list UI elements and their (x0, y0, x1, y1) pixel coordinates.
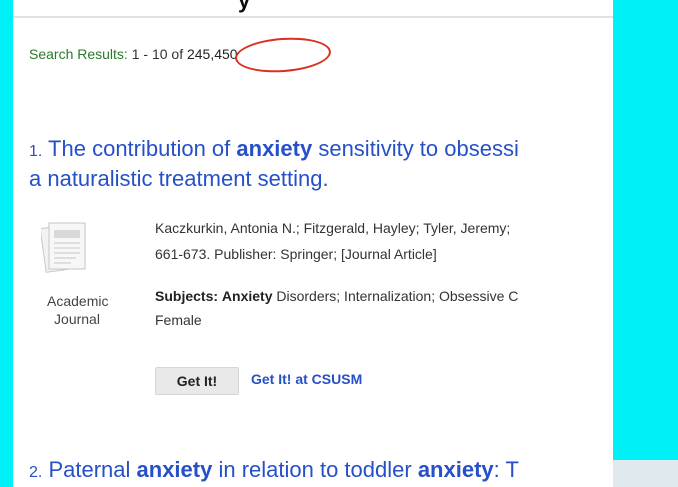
get-it-button[interactable]: Get It! (155, 367, 239, 395)
search-results-summary: Search Results: 1 - 10 of 245,450 (29, 46, 238, 62)
result-subjects-line2: Female (155, 312, 202, 328)
result-number: 2. (29, 464, 43, 481)
title-text: in relation to toddler (212, 457, 418, 482)
title-keyword: anxiety (236, 136, 313, 161)
results-label: Search Results: (29, 46, 128, 62)
results-range: 1 - 10 of (131, 46, 184, 62)
subjects-keyword: Anxiety (221, 288, 273, 304)
cropped-heading-text: y (238, 0, 251, 13)
result-title-link-line2[interactable]: a naturalistic treatment setting. (29, 165, 329, 193)
top-cropped-header: y (13, 0, 613, 14)
result-publication: 661-673. Publisher: Springer; [Journal A… (155, 246, 437, 262)
title-text: The contribution of (42, 136, 237, 161)
result-subjects: Subjects: Anxiety Disorders; Internaliza… (155, 286, 518, 306)
results-panel: y Search Results: 1 - 10 of 245,450 1. T… (13, 0, 613, 487)
results-total: 245,450 (186, 46, 238, 62)
divider (13, 16, 613, 18)
subjects-text: Disorders; Internalization; Obsessive C (272, 288, 519, 304)
title-keyword: anxiety (417, 457, 494, 482)
corner-thumbnail (613, 460, 678, 487)
title-text: sensitivity to obsessi (312, 136, 519, 161)
title-text: Paternal (42, 457, 137, 482)
title-text: : T (493, 457, 519, 482)
subjects-label: Subjects: (155, 288, 219, 304)
result-title-link[interactable]: 2. Paternal anxiety in relation to toddl… (29, 456, 519, 487)
get-it-csusm-link[interactable]: Get It! at CSUSM (251, 371, 362, 387)
publication-type-line: Journal (54, 311, 100, 327)
result-number: 1. (29, 143, 43, 160)
annotation-circle (233, 34, 333, 76)
publication-type-line: Academic (47, 293, 109, 309)
journal-document-icon[interactable] (41, 220, 93, 274)
title-text: a naturalistic treatment setting. (29, 166, 329, 191)
title-keyword: anxiety (136, 457, 213, 482)
result-authors: Kaczkurkin, Antonia N.; Fitzgerald, Hayl… (155, 220, 511, 236)
publication-type: Academic Journal (47, 292, 109, 328)
result-title-link[interactable]: 1. The contribution of anxiety sensitivi… (29, 135, 519, 166)
